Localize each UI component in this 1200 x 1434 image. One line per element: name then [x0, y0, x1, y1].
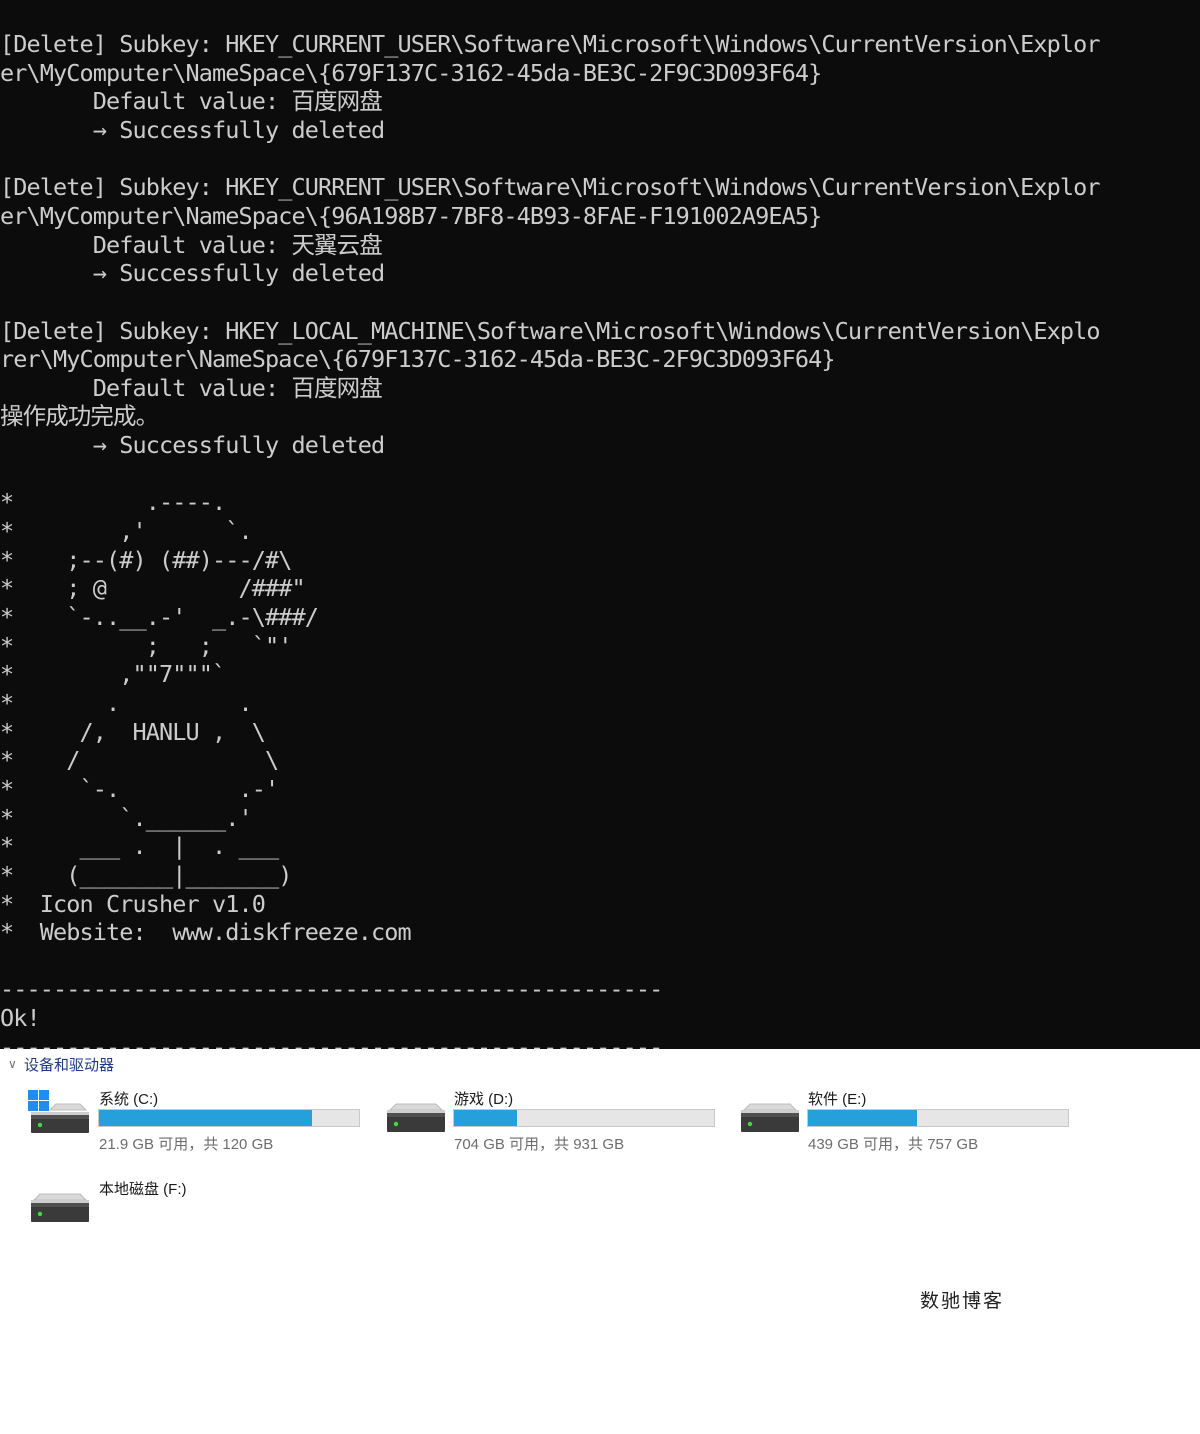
section-devices-and-drives[interactable]: ∨ 设备和驱动器 — [8, 1053, 114, 1075]
console-line: Default value: 百度网盘 — [0, 87, 383, 116]
console-line: Default value: 天翼云盘 — [0, 230, 383, 259]
console-line: * ;--(#) (##)---/#\ — [0, 545, 292, 574]
drive-name[interactable]: 本地磁盘 (F:) — [99, 1178, 187, 1199]
console-line: * `.______.' — [0, 803, 253, 832]
console-line: * Website: www.diskfreeze.com — [0, 918, 412, 947]
drive-usage-bar — [453, 1109, 715, 1127]
console-line: ----------------------------------------… — [0, 1032, 663, 1049]
console-window[interactable]: [Delete] Subkey: HKEY_CURRENT_USER\Softw… — [0, 0, 1200, 1049]
console-line: er\MyComputer\NameSpace\{96A198B7-7BF8-4… — [0, 201, 822, 230]
drive-icon[interactable] — [28, 1180, 89, 1228]
console-line: * ; ; `"' — [0, 631, 292, 660]
console-line: rer\MyComputer\NameSpace\{679F137C-3162-… — [0, 345, 836, 374]
drive-usage-fill — [808, 1110, 918, 1126]
console-line: * ; @ /###" — [0, 574, 306, 603]
drive-name[interactable]: 软件 (E:) — [808, 1088, 866, 1109]
console-line: 操作成功完成。 — [0, 402, 159, 431]
console-line: * `-. .-' — [0, 774, 279, 803]
console-line: * / \ — [0, 746, 279, 775]
drive-usage-bar — [807, 1109, 1069, 1127]
console-line: * Icon Crusher v1.0 — [0, 889, 266, 918]
drive-icon[interactable] — [384, 1090, 445, 1138]
console-line: er\MyComputer\NameSpace\{679F137C-3162-4… — [0, 58, 822, 87]
console-line: Ok! — [0, 1004, 41, 1033]
console-line: [Delete] Subkey: HKEY_CURRENT_USER\Softw… — [0, 30, 1101, 58]
console-line: → Successfully deleted — [0, 115, 385, 144]
drive-name[interactable]: 游戏 (D:) — [454, 1088, 513, 1109]
drive-usage-bar — [98, 1109, 360, 1127]
drive-usage-fill — [99, 1110, 312, 1126]
drive-free-space: 439 GB 可用，共 757 GB — [808, 1136, 979, 1153]
console-line: * /, HANLU , \ — [0, 717, 266, 746]
watermark-text: 数驰博客 — [920, 1290, 1005, 1312]
console-line: * ,' `. — [0, 517, 253, 546]
drive-free-space: 704 GB 可用，共 931 GB — [454, 1136, 625, 1153]
console-line: Default value: 百度网盘 — [0, 373, 383, 402]
console-line: * . . — [0, 688, 253, 717]
console-line: [Delete] Subkey: HKEY_CURRENT_USER\Softw… — [0, 173, 1101, 202]
console-line: * .----. — [0, 488, 226, 517]
console-line: ----------------------------------------… — [0, 975, 663, 1004]
console-line: * `-..__.-' _.-\###/ — [0, 603, 319, 631]
console-line: → Successfully deleted — [0, 259, 385, 288]
drive-free-space: 21.9 GB 可用，共 120 GB — [99, 1136, 274, 1153]
section-title: 设备和驱动器 — [24, 1056, 115, 1074]
drive-name[interactable]: 系统 (C:) — [99, 1088, 158, 1109]
system-drive-icon[interactable] — [28, 1090, 89, 1138]
console-line: * (_______|_______) — [0, 860, 292, 889]
drive-icon[interactable] — [738, 1090, 799, 1138]
console-line: [Delete] Subkey: HKEY_LOCAL_MACHINE\Soft… — [0, 316, 1101, 345]
console-line: * ,""7"""` — [0, 660, 226, 689]
chevron-down-icon[interactable]: ∨ — [8, 1057, 24, 1071]
console-line: → Successfully deleted — [0, 431, 385, 460]
console-line: * ___ . | . ___ — [0, 832, 279, 861]
drive-usage-fill — [454, 1110, 518, 1126]
